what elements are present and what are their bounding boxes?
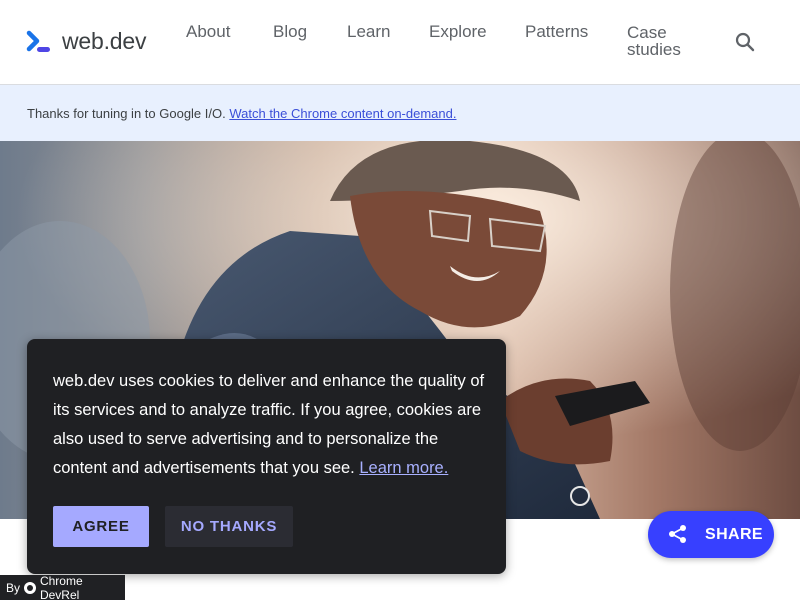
web-dev-logo-icon xyxy=(26,30,50,52)
nav-explore[interactable]: Explore xyxy=(429,23,487,40)
nav-case-studies[interactable]: Case studies xyxy=(627,24,687,58)
site-logo[interactable]: web.dev xyxy=(26,28,146,55)
byline-author: Chrome DevRel xyxy=(39,573,83,600)
site-header: web.dev About Blog Learn Explore Pattern… xyxy=(0,0,800,85)
search-icon[interactable] xyxy=(733,30,757,54)
share-label: SHARE xyxy=(705,526,764,543)
nav-case-studies-line2: studies xyxy=(627,40,681,59)
no-thanks-button[interactable]: NO THANKS xyxy=(165,506,293,547)
banner-text: Thanks for tuning in to Google I/O. Watc… xyxy=(27,106,456,121)
nav-learn[interactable]: Learn xyxy=(347,23,390,40)
chrome-icon xyxy=(24,581,36,594)
nav-about[interactable]: About xyxy=(186,23,230,40)
agree-button[interactable]: AGREE xyxy=(53,506,149,547)
nav-patterns[interactable]: Patterns xyxy=(525,23,588,40)
banner-message: Thanks for tuning in to Google I/O. xyxy=(27,106,230,121)
cookie-message: web.dev uses cookies to deliver and enha… xyxy=(53,367,493,483)
logo-text: web.dev xyxy=(62,28,147,54)
nav-blog[interactable]: Blog xyxy=(273,23,307,40)
byline-badge[interactable]: By Chrome DevRel xyxy=(0,573,125,600)
banner-link[interactable]: Watch the Chrome content on-demand. xyxy=(229,106,456,121)
learn-more-link[interactable]: Learn more. xyxy=(359,459,448,477)
announcement-banner: Thanks for tuning in to Google I/O. Watc… xyxy=(0,85,800,141)
byline-prefix: By xyxy=(6,580,21,595)
share-icon xyxy=(669,525,686,543)
cookie-consent-dialog: web.dev uses cookies to deliver and enha… xyxy=(27,339,506,574)
share-button[interactable]: SHARE xyxy=(648,511,774,558)
